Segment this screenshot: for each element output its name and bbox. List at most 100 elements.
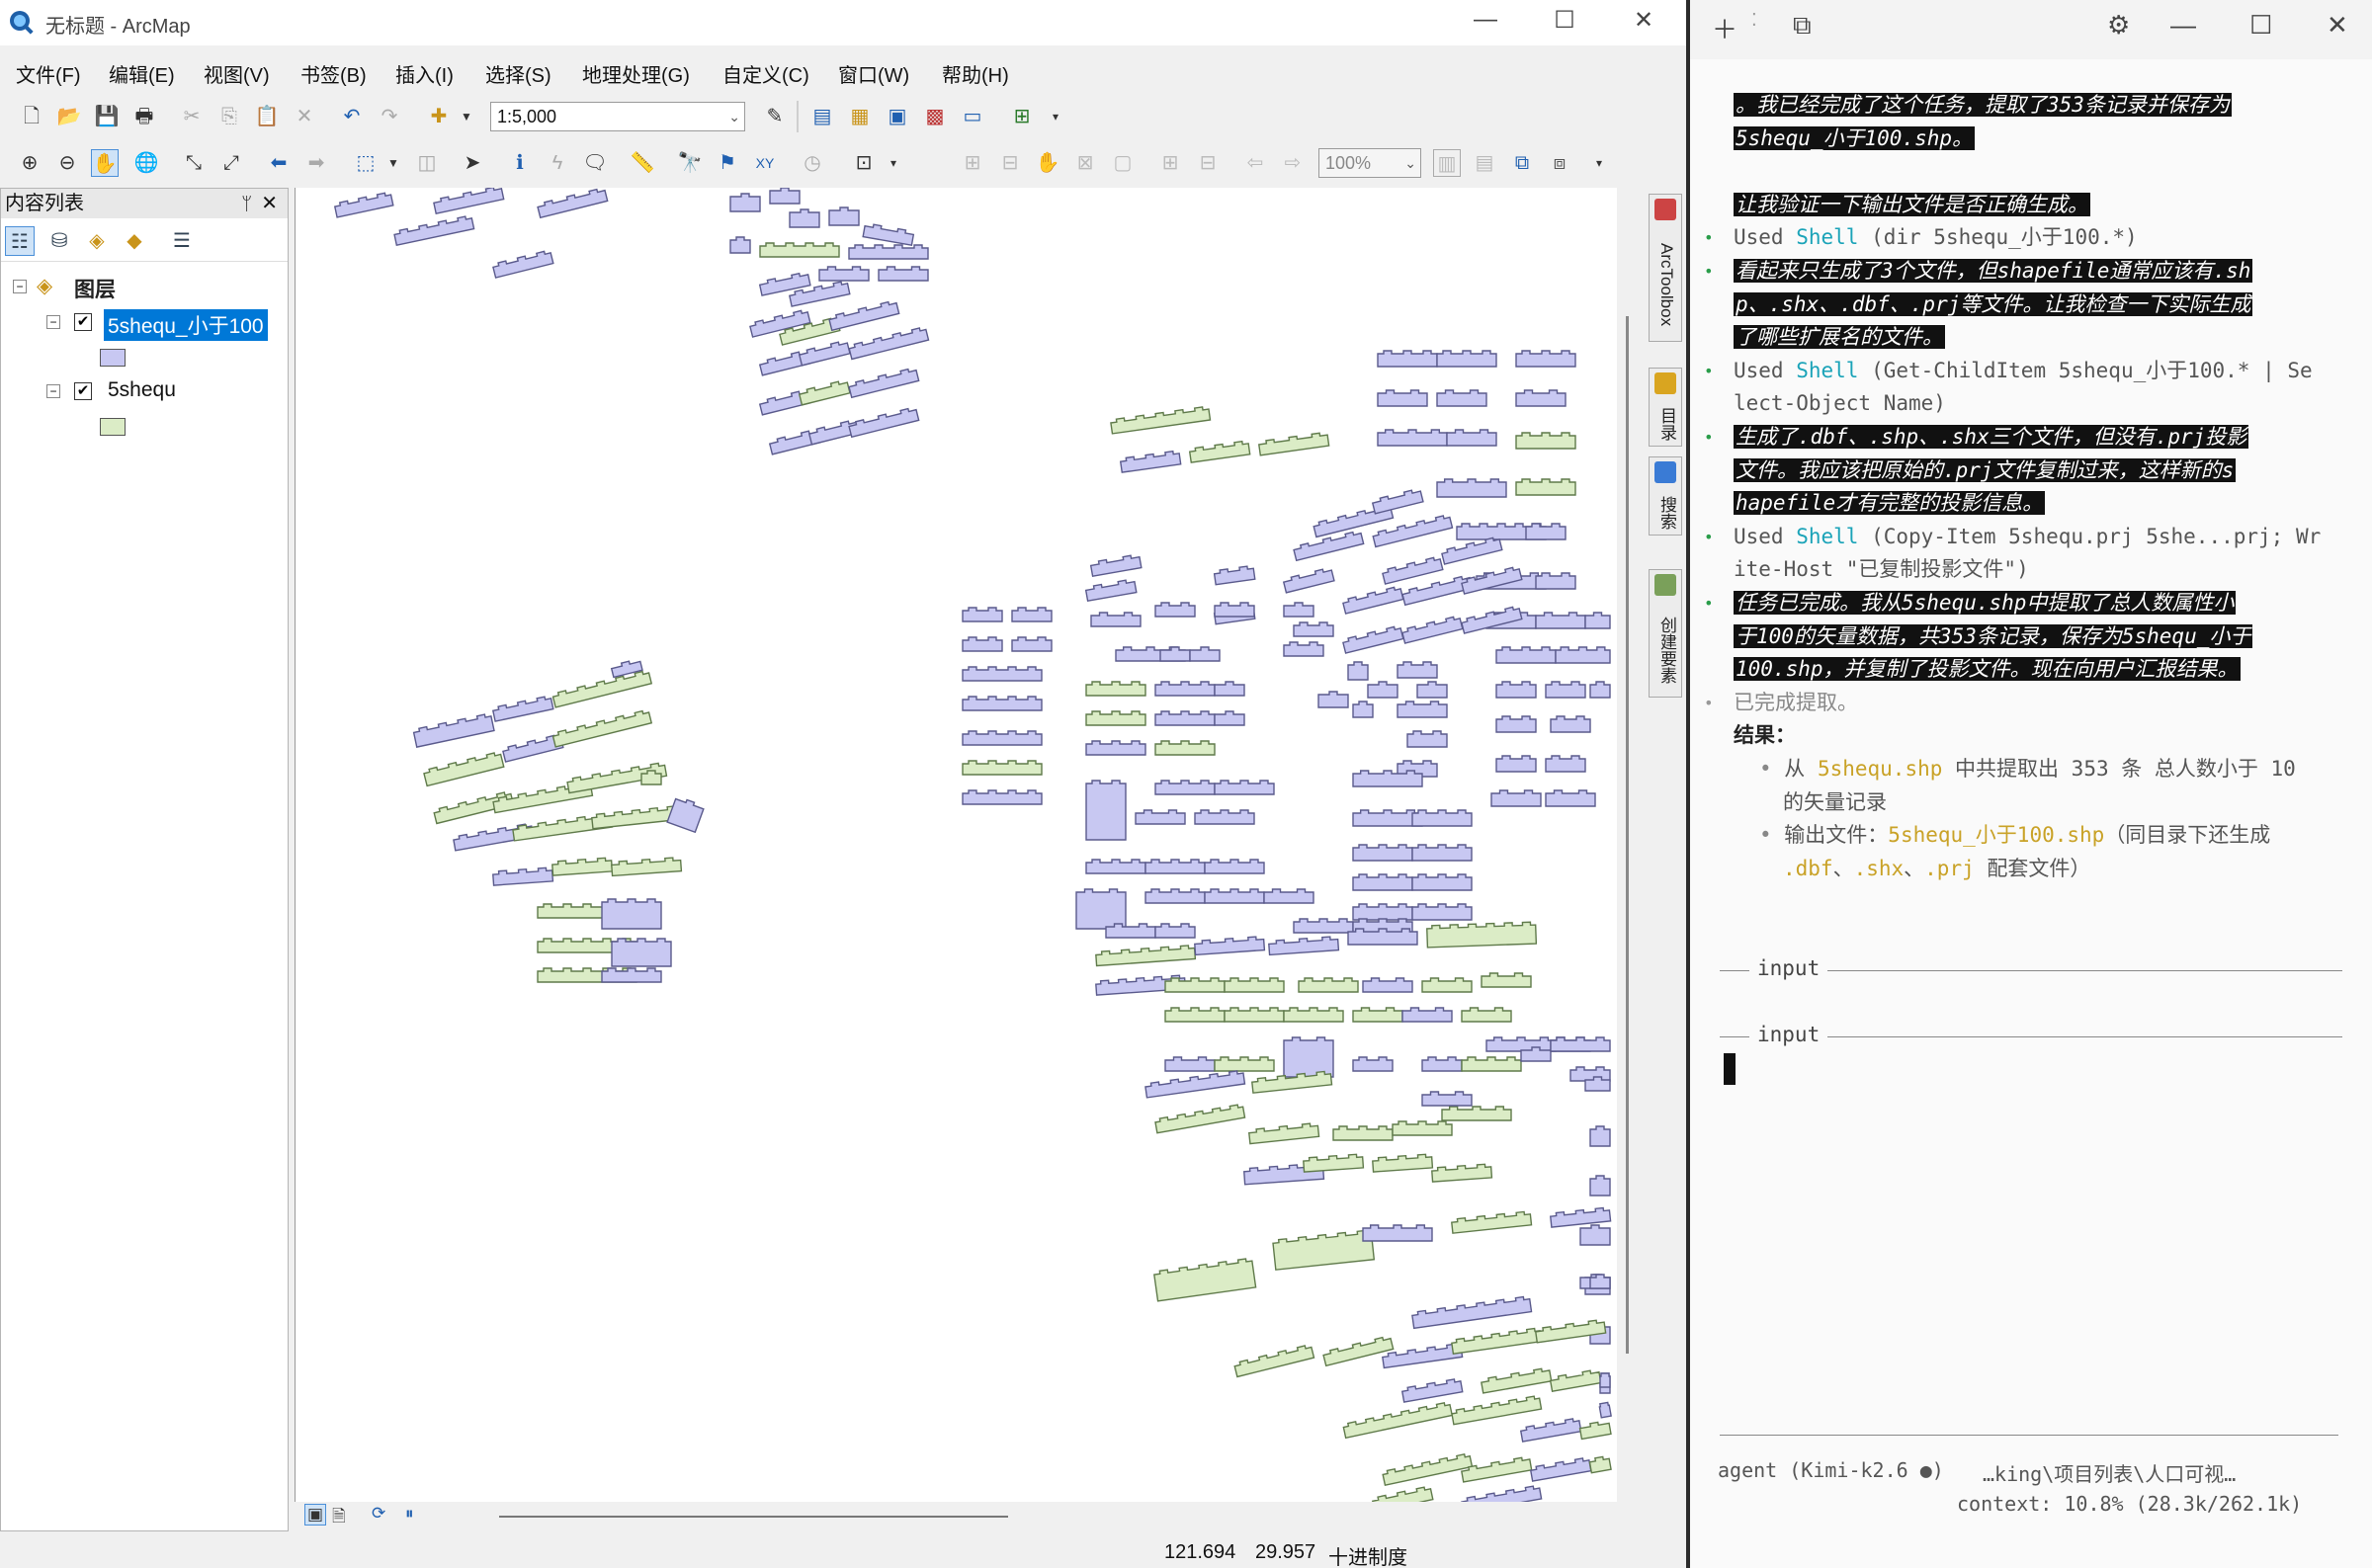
building-feature-selected-layer[interactable] — [1204, 859, 1265, 874]
building-feature-selected-layer[interactable] — [1347, 661, 1369, 681]
fixed-zoom-out-icon[interactable]: ⤢ — [217, 149, 245, 177]
building-polygon[interactable] — [1401, 616, 1464, 644]
building-polygon[interactable] — [1272, 1229, 1376, 1271]
building-polygon[interactable] — [1545, 755, 1586, 773]
building-polygon[interactable] — [1535, 572, 1576, 590]
delete-icon[interactable]: ✕ — [291, 103, 318, 130]
building-polygon[interactable] — [1194, 936, 1266, 956]
maximize-button[interactable]: ☐ — [1550, 6, 1579, 35]
building-polygon[interactable] — [1569, 1066, 1611, 1082]
building-polygon[interactable] — [1515, 432, 1576, 450]
building-polygon[interactable] — [1095, 945, 1197, 967]
go-back-icon[interactable]: ⬅ — [265, 149, 293, 177]
settings-icon[interactable]: ⚙ — [2107, 10, 2130, 41]
building-polygon[interactable] — [1154, 710, 1216, 726]
building-feature-selected-layer[interactable] — [1490, 789, 1542, 807]
tab-overflow-label[interactable]: ⁚ — [1751, 10, 1757, 31]
building-polygon[interactable] — [1371, 1486, 1434, 1502]
building-feature-selected-layer[interactable] — [1194, 936, 1266, 956]
building-polygon[interactable] — [1411, 903, 1473, 921]
building-polygon[interactable] — [1461, 1485, 1543, 1502]
building-feature-base-layer[interactable] — [1441, 1106, 1512, 1121]
building-polygon[interactable] — [1451, 1395, 1543, 1426]
building-feature-selected-layer[interactable] — [1085, 740, 1146, 756]
building-feature-selected-layer[interactable] — [1411, 844, 1473, 862]
building-feature-base-layer[interactable] — [1188, 440, 1251, 463]
zoom-out-icon[interactable]: ⊖ — [53, 149, 81, 177]
building-feature-selected-layer[interactable] — [828, 300, 900, 332]
building-feature-selected-layer[interactable] — [1436, 478, 1507, 498]
building-polygon[interactable] — [1406, 730, 1448, 748]
list-by-drawing-order-icon[interactable]: ☷ — [5, 226, 35, 256]
editor-toolbar-icon[interactable]: ✎ — [761, 103, 789, 130]
fixed-zoom-in-icon[interactable]: ⤡ — [180, 149, 208, 177]
close-button[interactable]: ✕ — [2327, 10, 2348, 41]
building-feature-selected-layer[interactable] — [1377, 429, 1448, 447]
building-feature-selected-layer[interactable] — [1411, 809, 1473, 827]
building-feature-selected-layer[interactable] — [1461, 566, 1523, 595]
building-feature-selected-layer[interactable] — [1352, 844, 1413, 862]
building-polygon[interactable] — [1377, 350, 1438, 368]
building-polygon[interactable] — [1084, 579, 1138, 603]
building-feature-selected-layer[interactable] — [1495, 646, 1557, 664]
html-popup-icon[interactable]: 🗨 — [581, 149, 609, 177]
building-feature-selected-layer[interactable] — [1421, 1056, 1463, 1072]
list-by-source-icon[interactable]: ⛁ — [44, 226, 74, 256]
building-feature-selected-layer[interactable] — [729, 193, 761, 212]
new-document-icon[interactable]: 🗋 — [18, 103, 45, 130]
horizontal-scrollbar[interactable] — [499, 1516, 1008, 1518]
building-feature-selected-layer[interactable] — [729, 236, 751, 254]
building-feature-base-layer[interactable] — [1451, 1395, 1543, 1426]
layer-visibility-checkbox[interactable]: ✔ — [74, 313, 92, 331]
building-feature-selected-layer[interactable] — [1411, 903, 1473, 921]
building-polygon[interactable] — [492, 867, 554, 886]
building-polygon[interactable] — [551, 709, 653, 748]
building-feature-base-layer[interactable] — [1382, 1453, 1474, 1487]
list-by-visibility-icon[interactable]: ◈ — [82, 226, 112, 256]
building-feature-selected-layer[interactable] — [1377, 389, 1428, 407]
building-polygon[interactable] — [1367, 681, 1398, 699]
building-polygon[interactable] — [551, 857, 614, 876]
building-polygon[interactable] — [1461, 1456, 1533, 1483]
layer-symbol-green[interactable] — [100, 418, 126, 436]
vertical-scrollbar[interactable] — [1626, 316, 1629, 1354]
layers-group-label[interactable]: 图层 — [74, 274, 116, 303]
building-polygon[interactable] — [1282, 567, 1335, 594]
building-polygon[interactable] — [1154, 681, 1216, 697]
building-polygon[interactable] — [1441, 1106, 1512, 1121]
building-feature-selected-layer[interactable] — [601, 967, 662, 983]
building-feature-base-layer[interactable] — [551, 709, 653, 748]
select-features-icon[interactable]: ⬚ — [352, 149, 380, 177]
building-feature-selected-layer[interactable] — [601, 898, 662, 930]
building-polygon[interactable] — [1089, 554, 1143, 578]
zoom-100-icon[interactable]: ▢ — [1109, 149, 1137, 177]
building-polygon[interactable] — [1495, 646, 1557, 664]
building-feature-selected-layer[interactable] — [1268, 936, 1340, 956]
building-polygon[interactable] — [962, 789, 1043, 805]
building-feature-selected-layer[interactable] — [962, 730, 1043, 746]
identify-icon[interactable]: ℹ — [506, 149, 534, 177]
building-feature-selected-layer[interactable] — [1461, 1485, 1543, 1502]
building-feature-selected-layer[interactable] — [1144, 1070, 1246, 1099]
layout-zoom-in-icon[interactable]: ⊞ — [959, 149, 986, 177]
building-polygon[interactable] — [962, 696, 1043, 711]
building-polygon[interactable] — [1204, 888, 1265, 904]
building-feature-base-layer[interactable] — [962, 760, 1043, 776]
building-polygon[interactable] — [1515, 350, 1576, 368]
building-polygon[interactable] — [551, 670, 653, 708]
building-feature-selected-layer[interactable] — [1545, 755, 1586, 773]
building-feature-selected-layer[interactable] — [1377, 350, 1438, 368]
building-polygon[interactable] — [333, 192, 394, 218]
find-route-icon[interactable]: ⚑ — [714, 149, 741, 177]
building-polygon[interactable] — [848, 368, 920, 399]
building-polygon[interactable] — [1204, 859, 1265, 874]
building-polygon[interactable] — [1110, 406, 1212, 435]
building-feature-selected-layer[interactable] — [1283, 641, 1324, 657]
building-polygon[interactable] — [1411, 1295, 1533, 1330]
building-polygon[interactable] — [1461, 606, 1523, 634]
create-viewer-icon[interactable]: ⊡ — [850, 149, 878, 177]
building-polygon[interactable] — [1436, 389, 1487, 407]
building-polygon[interactable] — [1154, 923, 1196, 939]
building-feature-base-layer[interactable] — [1451, 1327, 1543, 1355]
building-polygon[interactable] — [962, 636, 1003, 652]
